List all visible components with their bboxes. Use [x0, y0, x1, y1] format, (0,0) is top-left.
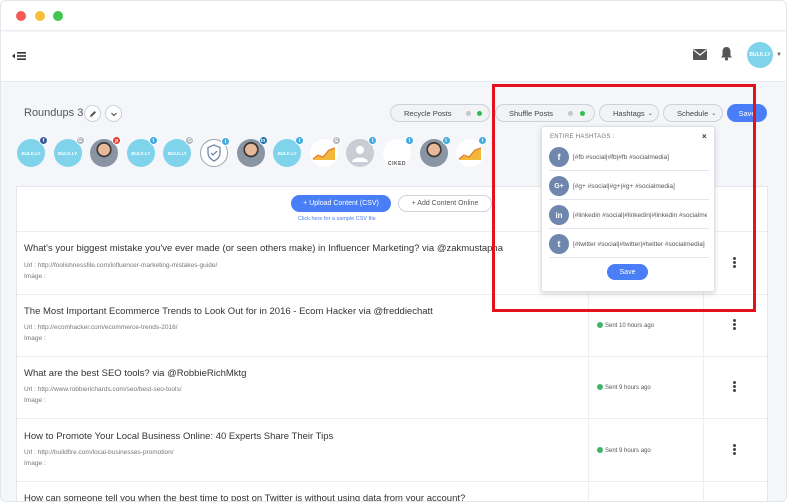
social-account-avatar[interactable]: t	[456, 136, 488, 167]
collapse-menu-icon[interactable]	[11, 48, 27, 64]
status-badge: Sent 9 hours ago	[597, 447, 651, 454]
network-badge-icon: t	[441, 136, 451, 145]
row-divider	[17, 481, 767, 482]
add-content-online-button[interactable]: + Add Content Online	[398, 195, 492, 212]
profile-photo-avatar[interactable]: t	[419, 136, 451, 167]
title-bar	[1, 1, 786, 31]
account-avatar-text: BULK.LY	[131, 150, 151, 156]
network-badge-icon: t	[405, 136, 414, 145]
recycle-posts-label: Recycle Posts	[404, 108, 452, 118]
app-window: BULK.LY ▼ Roundups 3 Recycle Posts Shuff…	[0, 0, 787, 502]
network-badge-icon: G	[331, 136, 341, 145]
account-avatar-text: BULK.LY	[277, 150, 297, 156]
post-title[interactable]: How to Promote Your Local Business Onlin…	[24, 431, 333, 442]
highlight-box	[492, 84, 756, 312]
post-image-label: Image :	[24, 273, 46, 280]
account-avatar-text: BULK.LY	[21, 150, 41, 156]
social-account-avatar[interactable]: BULK.LY f	[17, 136, 48, 167]
post-status-text: Sent 9 hours ago	[605, 448, 651, 454]
network-badge-icon: G	[75, 136, 85, 145]
social-account-avatar[interactable]: BULK.LY t	[273, 136, 305, 167]
row-divider	[17, 356, 767, 357]
user-avatar-text: BULK.LY	[749, 52, 771, 58]
close-window-button[interactable]	[16, 11, 26, 21]
post-title[interactable]: What's your biggest mistake you've ever …	[24, 243, 503, 254]
bell-icon[interactable]	[720, 46, 733, 61]
post-image-label: Image :	[24, 460, 46, 467]
upload-content-csv-button[interactable]: + Upload Content (CSV)	[291, 195, 391, 212]
minimize-window-button[interactable]	[35, 11, 45, 21]
user-avatar[interactable]: BULK.LY	[747, 42, 773, 68]
account-avatar-text: BULK.LY	[167, 150, 187, 156]
social-account-avatar[interactable]: BULK.LY t	[126, 136, 158, 167]
social-account-avatar[interactable]: t	[346, 136, 378, 167]
more-options-icon[interactable]	[732, 444, 738, 456]
network-badge-icon: f	[39, 136, 48, 145]
post-title[interactable]: The Most Important Ecommerce Trends to L…	[24, 306, 433, 317]
chevron-down-icon	[110, 112, 117, 116]
post-image-label: Image :	[24, 397, 46, 404]
recycle-on-dot	[477, 111, 482, 116]
recycle-off-dot	[466, 111, 471, 116]
edit-roundup-button[interactable]	[84, 105, 101, 122]
recycle-posts-toggle[interactable]: Recycle Posts	[390, 104, 490, 122]
post-status-text: Sent 10 hours ago	[605, 323, 655, 329]
profile-photo-avatar[interactable]: in	[236, 136, 268, 167]
shield-logo-icon	[207, 144, 221, 162]
sent-check-icon	[597, 322, 603, 328]
status-badge: Sent 9 hours ago	[597, 384, 651, 391]
page-title: Roundups 3	[24, 107, 84, 119]
post-status-text: Sent 9 hours ago	[605, 385, 651, 391]
post-url: Url : http://www.robbierichards.com/seo/…	[24, 386, 182, 393]
network-badge-icon: G	[185, 136, 195, 145]
post-title[interactable]: What are the best SEO tools? via @Robbie…	[24, 368, 246, 379]
social-account-avatar[interactable]: t	[200, 137, 230, 167]
user-silhouette-icon	[352, 146, 369, 162]
network-badge-icon: p	[112, 136, 122, 145]
maximize-window-button[interactable]	[53, 11, 63, 21]
social-account-avatar[interactable]: BULK.LY G	[53, 136, 85, 167]
account-avatar-text: CIKED	[387, 161, 407, 167]
chart-logo-icon	[458, 147, 482, 160]
network-badge-icon: t	[295, 136, 305, 145]
network-badge-icon: t	[221, 137, 230, 146]
more-options-icon[interactable]	[732, 381, 738, 393]
app-header: BULK.LY ▼	[1, 32, 786, 82]
network-badge-icon: t	[368, 136, 378, 145]
post-url: Url : http://foolishnessfile.com/influen…	[24, 262, 218, 269]
social-account-avatar[interactable]: G	[309, 136, 341, 167]
post-title[interactable]: How can someone tell you when the best t…	[24, 493, 465, 501]
mail-icon[interactable]	[693, 49, 707, 60]
chart-logo-icon	[312, 147, 335, 160]
social-account-avatar[interactable]: CIKED t	[383, 136, 414, 167]
network-badge-icon: in	[258, 136, 268, 145]
status-badge: Sent 10 hours ago	[597, 322, 654, 329]
pencil-icon	[89, 110, 96, 117]
roundup-options-button[interactable]	[105, 105, 122, 122]
sent-check-icon	[597, 447, 603, 453]
post-image-label: Image :	[24, 335, 46, 342]
sent-check-icon	[597, 384, 603, 390]
more-options-icon[interactable]	[732, 319, 738, 331]
row-divider	[17, 418, 767, 419]
network-badge-icon: t	[148, 136, 158, 145]
network-badge-icon: t	[478, 136, 488, 145]
profile-photo-avatar[interactable]: p	[90, 136, 122, 167]
user-menu-caret-icon[interactable]: ▼	[776, 52, 782, 58]
sample-csv-link[interactable]: Click here for a sample CSV file	[298, 216, 376, 222]
social-account-avatar[interactable]: BULK.LY G	[163, 136, 195, 167]
post-url: Url : http://ecomhacker.com/ecommerce-tr…	[24, 324, 178, 331]
account-avatar-text: BULK.LY	[58, 150, 78, 156]
post-url: Url : http://buildfire.com/local-busines…	[24, 449, 174, 456]
